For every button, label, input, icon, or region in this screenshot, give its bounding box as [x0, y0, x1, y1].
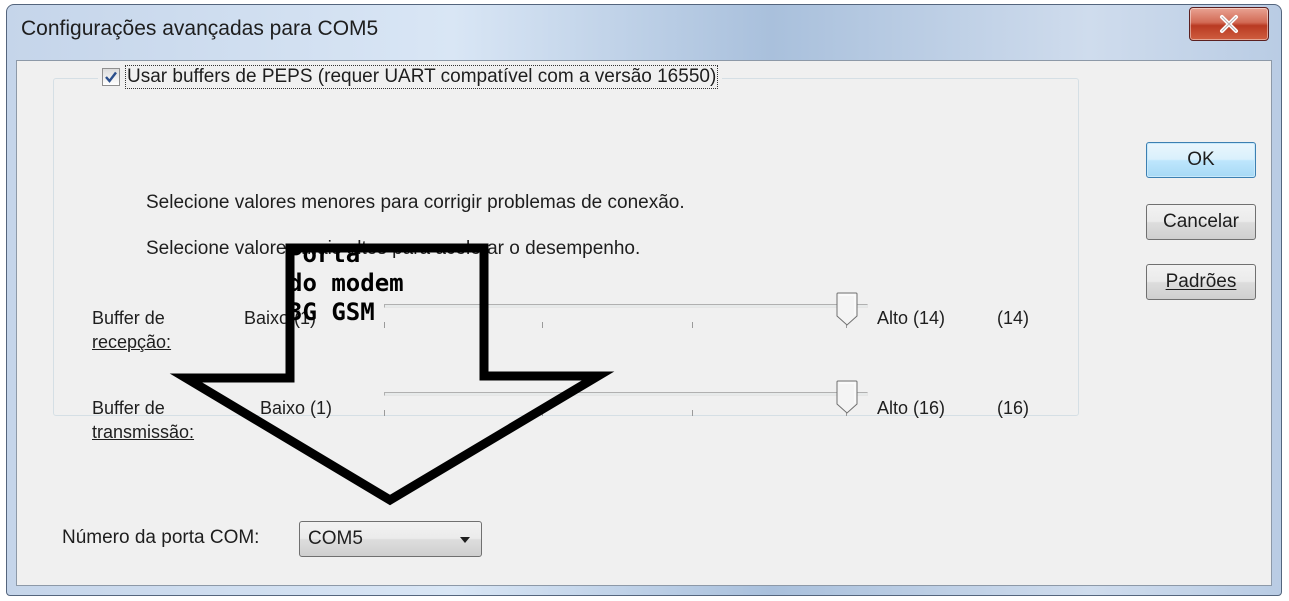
close-x-icon — [1220, 15, 1238, 33]
fifo-checkbox-row[interactable]: Usar buffers de PEPS (requer UART compat… — [98, 63, 723, 91]
receive-slider-thumb[interactable] — [836, 292, 858, 326]
defaults-button-label: Padrões — [1165, 271, 1237, 292]
slider-tick — [542, 410, 543, 416]
annotation-line1: Porta — [288, 240, 361, 268]
window-title: Configurações avançadas para COM5 — [21, 17, 379, 40]
port-number-value: COM5 — [308, 528, 363, 549]
annotation-line3: 3G GSM — [288, 298, 375, 326]
checkmark-icon — [105, 71, 117, 83]
slider-tick — [692, 322, 693, 328]
chevron-down-icon — [460, 537, 470, 543]
transmit-buffer-current: (16) — [997, 398, 1030, 418]
slider-tick — [542, 322, 543, 328]
transmit-slider-thumb[interactable] — [836, 380, 858, 414]
transmit-buffer-label: Buffer de transmissão: — [92, 396, 194, 444]
defaults-button[interactable]: Padrões — [1146, 264, 1256, 300]
title-bar[interactable]: Configurações avançadas para COM5 — [7, 5, 1281, 61]
slider-tick — [384, 410, 385, 416]
annotation-line2: do modem — [288, 269, 404, 297]
transmit-buffer-label-line2: transmissão: — [92, 422, 195, 442]
transmit-buffer-label-line1: Buffer de — [92, 398, 165, 418]
receive-buffer-label: Buffer de recepção: — [92, 306, 171, 354]
transmit-buffer-max-label: Alto (16) — [877, 398, 946, 418]
slider-tick — [692, 410, 693, 416]
annotation-label: Porta do modem 3G GSM — [288, 240, 488, 327]
receive-buffer-max-label: Alto (14) — [877, 308, 946, 328]
port-number-select[interactable]: COM5 — [299, 521, 482, 557]
transmit-slider-track — [384, 392, 868, 396]
close-button[interactable] — [1189, 7, 1269, 41]
fifo-checkbox-label: Usar buffers de PEPS (requer UART compat… — [124, 65, 719, 89]
receive-buffer-label-line2: recepção: — [92, 332, 172, 352]
hint-low-text: Selecione valores menores para corrigir … — [146, 192, 685, 213]
port-number-label: Número da porta COM: — [62, 527, 260, 548]
fifo-checkbox[interactable] — [102, 68, 120, 86]
cancel-button[interactable]: Cancelar — [1146, 204, 1256, 240]
transmit-buffer-slider[interactable] — [384, 380, 868, 420]
ok-button[interactable]: OK — [1146, 142, 1256, 178]
receive-buffer-label-line1: Buffer de — [92, 308, 165, 328]
receive-buffer-current: (14) — [997, 308, 1030, 328]
transmit-buffer-min-label: Baixo (1) — [260, 398, 333, 418]
